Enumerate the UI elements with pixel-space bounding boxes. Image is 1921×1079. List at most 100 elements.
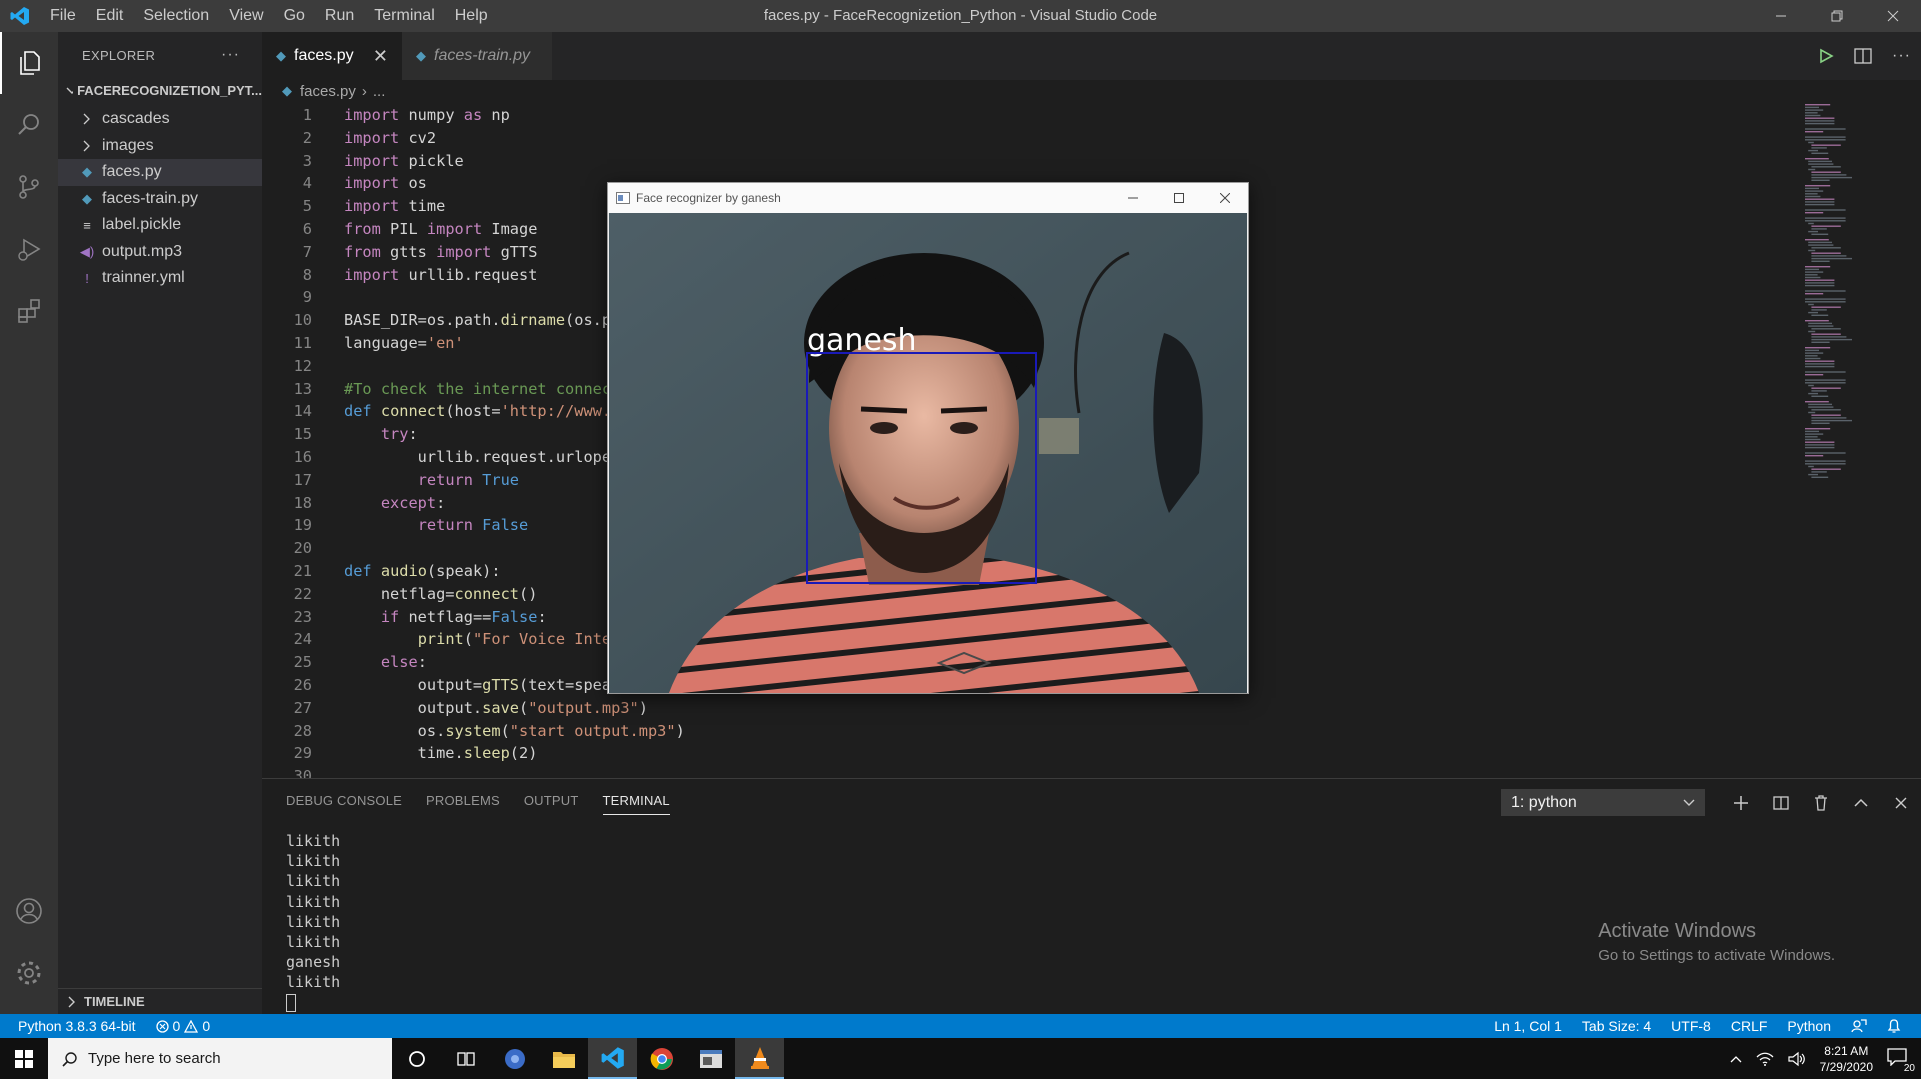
tree-item-images[interactable]: images xyxy=(58,133,262,160)
code-line[interactable]: 1 import numpy as np xyxy=(262,104,1742,127)
taskbar-app-window[interactable] xyxy=(686,1038,735,1079)
tab-debug-console[interactable]: DEBUG CONSOLE xyxy=(286,779,402,823)
taskbar-app-vlc[interactable] xyxy=(735,1038,784,1079)
source-control-activity[interactable] xyxy=(0,156,58,218)
terminal-select[interactable]: 1: python xyxy=(1501,789,1705,816)
tree-item-cascades[interactable]: cascades xyxy=(58,106,262,133)
run-debug-activity[interactable] xyxy=(0,218,58,280)
menu-terminal[interactable]: Terminal xyxy=(364,0,444,32)
volume-icon[interactable] xyxy=(1788,1051,1806,1067)
maximize-panel-button[interactable] xyxy=(1841,789,1881,816)
task-view-button[interactable] xyxy=(441,1038,490,1079)
split-editor-icon[interactable] xyxy=(1854,48,1872,64)
code-line[interactable]: 27 output.save("output.mp3") xyxy=(262,697,1742,720)
face-maximize-button[interactable] xyxy=(1156,183,1202,213)
taskbar-app-file-explorer[interactable] xyxy=(539,1038,588,1079)
tree-item-trainner-yml[interactable]: ! trainner.yml xyxy=(58,265,262,292)
minimap-line xyxy=(1808,241,1832,244)
minimap-line xyxy=(1805,139,1846,141)
terminal-prompt[interactable] xyxy=(286,993,1921,1013)
bell-icon[interactable] xyxy=(1887,1018,1901,1034)
tab-faces-train-py[interactable]: ◆ faces-train.py xyxy=(402,32,552,80)
taskbar-search-placeholder: Type here to search xyxy=(88,1050,221,1067)
extensions-activity[interactable] xyxy=(0,280,58,342)
workspace-folder[interactable]: FACERECOGNIZETION_PYT... xyxy=(58,78,262,102)
menu-edit[interactable]: Edit xyxy=(86,0,134,32)
tree-item-faces-train-py[interactable]: ◆ faces-train.py xyxy=(58,186,262,213)
tab-problems[interactable]: PROBLEMS xyxy=(426,779,500,823)
code-line[interactable]: 28 os.system("start output.mp3") xyxy=(262,720,1742,743)
explorer-activity[interactable] xyxy=(0,32,58,94)
close-icon xyxy=(1895,797,1907,808)
menu-selection[interactable]: Selection xyxy=(133,0,219,32)
tab-size[interactable]: Tab Size: 4 xyxy=(1582,1018,1651,1034)
manage-activity[interactable] xyxy=(0,942,58,1004)
cortana-button[interactable] xyxy=(392,1038,441,1079)
menu-file[interactable]: File xyxy=(40,0,86,32)
taskbar-app-browser[interactable] xyxy=(490,1038,539,1079)
close-icon xyxy=(1220,193,1230,203)
editor-tabs: ◆ faces.py ✕ ◆ faces-train.py ··· xyxy=(262,32,1921,80)
face-minimize-button[interactable] xyxy=(1110,183,1156,213)
menu-run[interactable]: Run xyxy=(315,0,364,32)
taskbar-search[interactable]: Type here to search xyxy=(48,1038,392,1079)
minimize-button[interactable] xyxy=(1753,0,1809,32)
taskbar-clock[interactable]: 8:21 AM 7/29/2020 xyxy=(1820,1043,1873,1075)
cursor-position[interactable]: Ln 1, Col 1 xyxy=(1494,1018,1562,1034)
tab-terminal[interactable]: TERMINAL xyxy=(602,787,670,815)
tree-item-faces-py[interactable]: ◆ faces.py xyxy=(58,159,262,186)
taskbar-app-chrome[interactable] xyxy=(637,1038,686,1079)
files-icon xyxy=(20,51,40,75)
terminal-output[interactable]: likith likith likith likith likith likit… xyxy=(262,823,1921,1013)
tree-item-label-pickle[interactable]: ≡ label.pickle xyxy=(58,212,262,239)
close-window-button[interactable] xyxy=(1865,0,1921,32)
minimap-line xyxy=(1808,411,1816,414)
feedback-icon[interactable] xyxy=(1851,1018,1867,1034)
new-terminal-button[interactable] xyxy=(1721,789,1761,816)
menu-go[interactable]: Go xyxy=(274,0,315,32)
end-of-line[interactable]: CRLF xyxy=(1731,1018,1768,1034)
kill-terminal-button[interactable] xyxy=(1801,789,1841,816)
split-terminal-button[interactable] xyxy=(1761,789,1801,816)
code-text: #To check the internet connec xyxy=(344,379,612,398)
code-line[interactable]: 3 import pickle xyxy=(262,150,1742,173)
timeline-section[interactable]: TIMELINE xyxy=(58,988,262,1014)
more-actions-icon[interactable]: ··· xyxy=(1892,47,1911,65)
close-panel-button[interactable] xyxy=(1881,789,1921,816)
breadcrumb: ◆ faces.py › ... xyxy=(262,80,1921,102)
tab-output[interactable]: OUTPUT xyxy=(524,779,579,823)
menu-help[interactable]: Help xyxy=(445,0,498,32)
start-button[interactable] xyxy=(0,1038,48,1079)
folder-icon xyxy=(552,1051,575,1068)
more-actions-icon[interactable]: ··· xyxy=(221,46,240,64)
search-activity[interactable] xyxy=(0,94,58,156)
breadcrumb-symbol[interactable]: ... xyxy=(373,83,386,100)
taskbar-app-vscode[interactable] xyxy=(588,1038,637,1079)
run-icon[interactable] xyxy=(1818,48,1834,64)
notification-center[interactable]: 20 xyxy=(1887,1047,1915,1074)
close-tab-icon[interactable]: ✕ xyxy=(373,46,388,67)
code-line[interactable]: 29 time.sleep(2) xyxy=(262,742,1742,765)
tree-item-output-mp3[interactable]: ◀) output.mp3 xyxy=(58,239,262,266)
minimap[interactable] xyxy=(1801,104,1911,484)
code-line[interactable]: 2 import cv2 xyxy=(262,127,1742,150)
language-mode[interactable]: Python xyxy=(1787,1018,1831,1034)
minimap-line xyxy=(1805,301,1846,303)
tab-faces-py[interactable]: ◆ faces.py ✕ xyxy=(262,32,402,80)
code-text: output=gTTS(text=spea xyxy=(344,675,612,694)
face-close-button[interactable] xyxy=(1202,183,1248,213)
python-interpreter[interactable]: Python 3.8.3 64-bit xyxy=(18,1018,136,1034)
breadcrumb-file[interactable]: faces.py xyxy=(300,83,356,100)
restore-button[interactable] xyxy=(1809,0,1865,32)
line-number: 3 xyxy=(302,151,312,170)
line-number: 8 xyxy=(302,265,312,284)
wifi-icon[interactable] xyxy=(1756,1051,1774,1067)
code-text: netflag=connect() xyxy=(344,584,538,603)
encoding[interactable]: UTF-8 xyxy=(1671,1018,1711,1034)
minimap-line xyxy=(1808,303,1814,306)
menu-view[interactable]: View xyxy=(219,0,273,32)
chevron-up-icon[interactable] xyxy=(1730,1055,1742,1063)
problems-indicator[interactable]: 0 0 xyxy=(155,1018,210,1034)
accounts-activity[interactable] xyxy=(0,880,58,942)
